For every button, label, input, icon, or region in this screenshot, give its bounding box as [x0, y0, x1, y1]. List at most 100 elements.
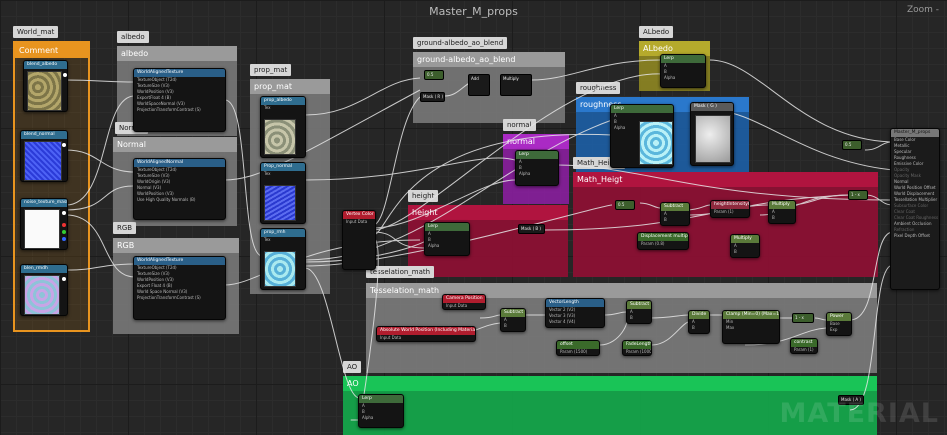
constant-node[interactable]: 0.5: [615, 200, 635, 210]
input-pin-exp[interactable]: Exp: [827, 327, 851, 333]
texture-sample-prop-normal[interactable]: Prop_normal Tex: [260, 162, 306, 224]
node-subtitle: Param (1): [714, 209, 734, 214]
divide-node[interactable]: Divide A B: [688, 310, 710, 334]
camera-position-node[interactable]: Camera Position Input Data: [442, 294, 486, 310]
world-aligned-texture-rgb[interactable]: WorldAlignedTexture TextureObject (T2d) …: [133, 256, 226, 320]
displacement-multiplier-param[interactable]: Displacement multiplier_offset Param (0.…: [637, 232, 689, 250]
texture-sample-prop-rmh[interactable]: prop_rmh Tex: [260, 228, 306, 290]
subtract-node[interactable]: Subtract A B: [626, 300, 652, 324]
node-title: Master_M_props: [891, 129, 939, 137]
input-pin-alpha[interactable]: Alpha: [425, 243, 469, 249]
clamp-node[interactable]: Clamp (Min=0) (Max=1) Min Max: [722, 310, 780, 344]
node-title: Absolute World Position (Including Mater…: [377, 327, 475, 335]
output-pin[interactable]: [62, 211, 66, 215]
one-minus-node[interactable]: 1 - x: [848, 190, 868, 200]
node-title: prop_rmh: [261, 229, 305, 237]
subtract-node[interactable]: Subtract A B: [660, 202, 690, 226]
input-pin-alpha[interactable]: Alpha: [516, 171, 558, 177]
input-pin-b[interactable]: B: [689, 325, 709, 331]
lerp-height-node[interactable]: Lerp A B Alpha: [424, 222, 470, 256]
albedo-texture-thumbnail: [27, 71, 62, 111]
texture-sample-prop-albedo[interactable]: prop_albedo Tex: [260, 96, 306, 158]
multiply-node[interactable]: Multiply: [500, 74, 532, 96]
vertex-color-node[interactable]: Vertex Color Input Data: [342, 210, 376, 270]
input-pin-alpha[interactable]: Alpha: [359, 415, 403, 421]
input-row[interactable]: Vector 4 (V4): [546, 319, 604, 325]
constant-node[interactable]: 0.5: [424, 70, 444, 80]
texture-param-noise-mask[interactable]: noise_texture_mask: [20, 198, 68, 250]
node-title: WorldAlignedTexture: [134, 69, 225, 77]
input-pin-alpha[interactable]: Alpha: [661, 75, 705, 81]
input-row[interactable]: ProjectionTransformContrast (S): [134, 295, 225, 301]
input-pin-b[interactable]: B: [627, 315, 651, 321]
node-title: WorldAlignedNormal: [134, 159, 225, 167]
node-title: Lerp: [661, 55, 705, 63]
prop-rmh-thumbnail: [264, 251, 296, 287]
vector-length-node[interactable]: VectorLength Vector 2 (V2) Vector 3 (V3)…: [545, 298, 605, 328]
texture-param-blend-rmdh[interactable]: blen_rmdh: [20, 264, 68, 316]
mask-height-node[interactable]: Mask ( B ): [518, 224, 545, 234]
normal-texture-thumbnail: [24, 141, 62, 181]
node-title: VectorLength: [546, 299, 604, 307]
input-pin-tex[interactable]: Tex: [261, 171, 305, 177]
node-title: Mask ( G ): [691, 103, 733, 111]
power-node[interactable]: Power Base Exp: [826, 312, 852, 336]
input-pin-tex[interactable]: Tex: [261, 105, 305, 111]
material-graph-canvas[interactable]: Master_M_props Zoom - World_mat Comment …: [0, 0, 947, 435]
node-title: Lerp: [611, 105, 673, 113]
material-result-node[interactable]: Master_M_props Base Color Metallic Specu…: [890, 128, 940, 290]
world-aligned-texture-albedo[interactable]: WorldAlignedTexture TextureObject (T2d) …: [133, 68, 226, 132]
fade-length-param-node[interactable]: FadeLength Param (1000): [622, 340, 652, 356]
node-title: contrast: [791, 339, 817, 347]
output-pin-b[interactable]: [62, 237, 66, 241]
input-row[interactable]: Use High Quality Normals (B): [134, 197, 225, 203]
node-subtitle: Param (1): [794, 347, 814, 352]
contrast-param-node[interactable]: contrast Param (1): [790, 338, 818, 354]
lerp-ao-node[interactable]: Lerp A B Alpha: [358, 394, 404, 428]
lerp-normal-node[interactable]: Lerp A B Alpha: [515, 150, 559, 186]
node-title: FadeLength: [623, 341, 651, 349]
offset-param-node[interactable]: offset Param (1500): [556, 340, 600, 356]
node-title: Power: [827, 313, 851, 321]
node-title: offset: [557, 341, 599, 349]
one-minus-node[interactable]: 1 - x: [792, 313, 814, 323]
node-title: WorldAlignedTexture: [134, 257, 225, 265]
node-title: blen_rmdh: [21, 265, 67, 273]
input-pin-b[interactable]: B: [661, 217, 689, 223]
input-pin-b[interactable]: B: [769, 215, 795, 221]
output-pin-g[interactable]: [62, 230, 66, 234]
node-title: Multiply: [769, 201, 795, 209]
node-title: blend_albedo: [24, 61, 67, 69]
node-title: Lerp: [359, 395, 403, 403]
input-pin-max[interactable]: Max: [723, 325, 779, 331]
input-pin-tex[interactable]: Tex: [261, 237, 305, 243]
height-intensity-param[interactable]: heightIntensityMult Param (1): [710, 200, 750, 218]
texture-param-blend-normal[interactable]: blend_normal: [20, 130, 68, 182]
node-title: Clamp (Min=0) (Max=1): [723, 311, 779, 319]
node-title: prop_albedo: [261, 97, 305, 105]
world-aligned-normal[interactable]: WorldAlignedNormal TextureObject (T2d) T…: [133, 158, 226, 220]
output-pin[interactable]: [62, 277, 66, 281]
multiply-node[interactable]: Multiply A B: [768, 200, 796, 224]
input-pin-b[interactable]: B: [731, 249, 759, 255]
input-pin-b[interactable]: B: [501, 323, 525, 329]
subtract-node[interactable]: Subtract A B: [500, 308, 526, 332]
pin-pixel-depth-offset[interactable]: Pixel Depth Offset: [891, 233, 939, 239]
constant-node[interactable]: 0.5: [842, 140, 862, 150]
output-pin[interactable]: [63, 73, 67, 77]
absolute-world-position-node[interactable]: Absolute World Position (Including Mater…: [376, 326, 476, 342]
output-pin-r[interactable]: [62, 223, 66, 227]
lerp-roughness-node[interactable]: Lerp A B Alpha: [610, 104, 674, 168]
output-pin[interactable]: [62, 143, 66, 147]
rmdh-texture-thumbnail: [24, 275, 60, 315]
mask-roughness-node[interactable]: Mask ( G ): [690, 102, 734, 166]
lerp-albedo-node[interactable]: Lerp A B Alpha: [660, 54, 706, 88]
node-title: Subtract: [661, 203, 689, 211]
add-node[interactable]: Add: [468, 74, 490, 96]
multiply-node[interactable]: Multiply A B: [730, 234, 760, 258]
material-watermark: MATERIAL: [779, 398, 939, 429]
texture-param-blend-albedo[interactable]: blend_albedo: [23, 60, 68, 112]
input-row[interactable]: ProjectionTransformContrast (S): [134, 107, 225, 113]
mask-node[interactable]: Mask ( R ): [420, 92, 445, 102]
node-title: Divide: [689, 311, 709, 319]
